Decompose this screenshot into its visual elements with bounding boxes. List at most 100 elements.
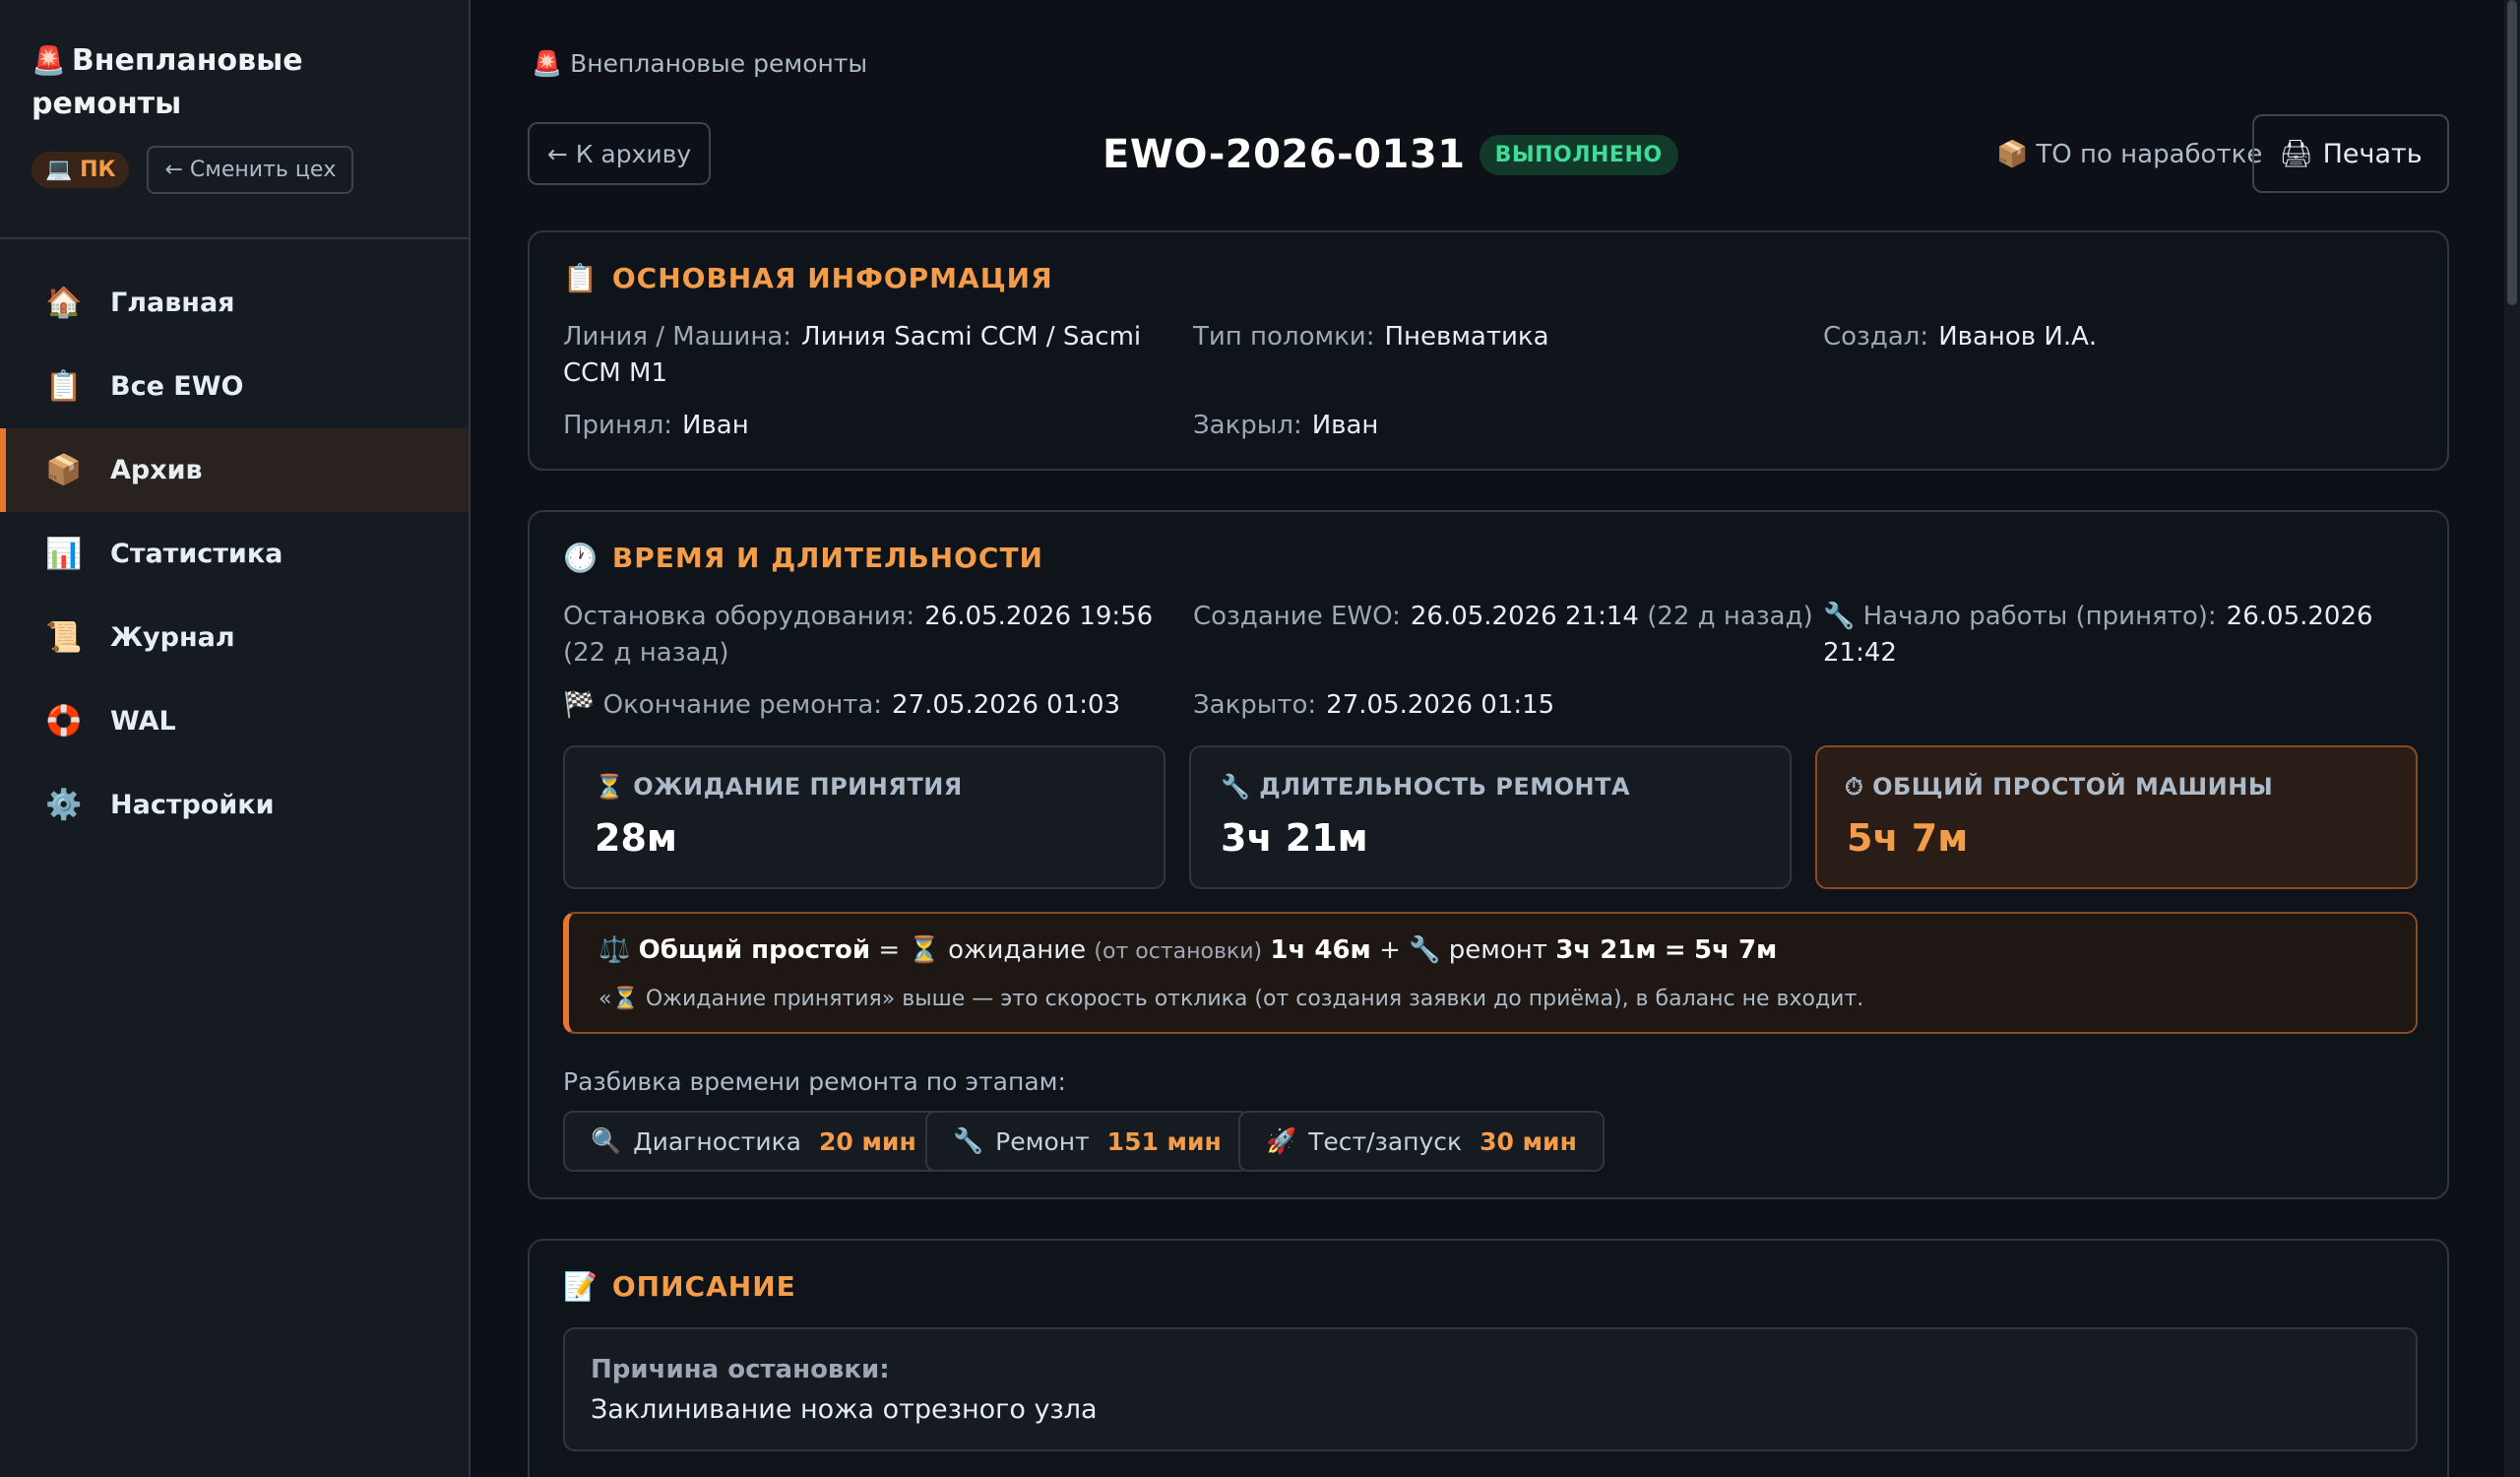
bar-chart-icon: 📊 <box>45 537 83 571</box>
stat-value: 5ч 7м <box>1847 816 1969 860</box>
basic-info-card: 📋 ОСНОВНАЯ ИНФОРМАЦИЯ Линия / Машина: Лини… <box>528 230 2449 471</box>
stopwatch-icon: ⏱ <box>1845 773 1864 801</box>
status-badge: ВЫПОЛНЕНО <box>1479 134 1678 175</box>
card-title-label: ОПИСАНИЕ <box>611 1270 796 1303</box>
stat-repair-duration: 🔧 ДЛИТЕЛЬНОСТЬ РЕМОНТА 3ч 21м <box>1189 745 1792 889</box>
stat-label: ⏳ ОЖИДАНИЕ ПРИНЯТИЯ <box>595 773 963 801</box>
balance-equals-2: = <box>1664 935 1686 965</box>
back-to-archive-button[interactable]: ← К архиву <box>528 122 711 185</box>
stat-value: 28м <box>595 816 677 860</box>
maintenance-by-runtime-link[interactable]: 📦 ТО по наработке <box>1996 140 2262 169</box>
page-scrollbar[interactable] <box>2504 0 2520 1477</box>
scrollbar-thumb[interactable] <box>2507 0 2517 305</box>
stop-reason-value: Заклинивание ножа отрезного узла <box>591 1394 1098 1425</box>
package-icon: 📦 <box>45 453 83 487</box>
field-value: Иванов И.А. <box>1938 322 2098 352</box>
maintenance-link-label: ТО по наработке <box>2036 140 2263 169</box>
sidebar-item-label: Архив <box>110 455 203 485</box>
wrench-icon: 🔧 <box>953 1126 984 1155</box>
work-start-field: 🔧 Начало работы (принято): 26.05.2026 21:… <box>1823 599 2414 672</box>
breadcrumb: 🚨 Внеплановые ремонты <box>532 49 867 79</box>
field-value-cont: 21:42 <box>1823 638 1897 668</box>
gear-icon: ⚙️ <box>45 788 83 822</box>
stop-reason-box: Причина остановки: Заклинивание ножа отр… <box>563 1327 2418 1451</box>
sidebar-item-label: Главная <box>110 288 235 318</box>
field-ago: (22 д назад) <box>563 638 729 668</box>
package-icon: 📦 <box>1996 140 2029 169</box>
balance-wait-value: 1ч 46м <box>1270 935 1371 965</box>
hourglass-icon: ⏳ <box>908 935 940 965</box>
home-icon: 🏠 <box>45 286 83 320</box>
printer-icon: 🖨 <box>2279 139 2313 169</box>
workshop-chip: 💻 ПК <box>32 152 130 188</box>
app-title-line2: ремонты <box>32 87 182 121</box>
balance-formula: ⚖️ Общий простой = ⏳ ожидание (от остано… <box>598 935 1777 965</box>
stage-label: Ремонт <box>995 1126 1090 1156</box>
balance-plus: + <box>1379 935 1401 965</box>
sidebar-nav: 🏠 Главная 📋 Все EWO 📦 Архив 📊 Статистика… <box>0 239 469 847</box>
stage-repair: 🔧 Ремонт 151 мин <box>925 1111 1249 1172</box>
lifebuoy-icon: 🛟 <box>45 704 83 738</box>
sidebar-header: 🚨 Внеплановые ремонты 💻 ПК ← Сменить цех <box>0 0 469 239</box>
page-title: EWO-2026-0131 ВЫПОЛНЕНО <box>1102 132 1678 177</box>
ewo-id: EWO-2026-0131 <box>1102 132 1466 177</box>
failure-type-field: Тип поломки: Пневматика <box>1193 319 1549 355</box>
switch-workshop-button[interactable]: ← Сменить цех <box>147 146 354 194</box>
scales-icon: ⚖️ <box>598 935 631 965</box>
app-title-line1: Внеплановые <box>71 43 303 78</box>
sidebar-item-archive[interactable]: 📦 Архив <box>0 428 469 512</box>
sidebar-item-statistics[interactable]: 📊 Статистика <box>0 512 469 596</box>
sidebar-item-wal[interactable]: 🛟 WAL <box>0 679 469 763</box>
balance-total-label: Общий простой <box>638 935 871 965</box>
stat-value: 3ч 21м <box>1221 816 1368 860</box>
created-by-field: Создал: Иванов И.А. <box>1823 319 2097 355</box>
wrench-icon: 🔧 <box>1221 773 1251 801</box>
closed-at-field: Закрыто: 27.05.2026 01:15 <box>1193 687 1554 724</box>
sidebar: 🚨 Внеплановые ремонты 💻 ПК ← Сменить цех … <box>0 0 471 1477</box>
app-title: 🚨 Внеплановые ремонты <box>32 39 437 126</box>
closed-by-field: Закрыл: Иван <box>1193 408 1378 444</box>
stat-label: ⏱ ОБЩИЙ ПРОСТОЙ МАШИНЫ <box>1845 773 2273 801</box>
siren-icon: 🚨 <box>532 49 563 78</box>
field-value: Пневматика <box>1384 322 1549 352</box>
stages-label: Разбивка времени ремонта по этапам: <box>563 1067 1066 1096</box>
description-card: 📝 ОПИСАНИЕ Причина остановки: Заклинивани… <box>528 1239 2449 1477</box>
field-value: Иван <box>681 411 749 440</box>
field-label: Начало работы (принято): <box>1862 602 2217 631</box>
print-button[interactable]: 🖨 Печать <box>2252 114 2449 193</box>
ewo-created-field: Создание EWO: 26.05.2026 21:14 (22 д наза… <box>1193 599 1813 635</box>
field-label: Тип поломки: <box>1193 322 1375 352</box>
stage-diagnostics: 🔍 Диагностика 20 мин <box>563 1111 944 1172</box>
sidebar-item-settings[interactable]: ⚙️ Настройки <box>0 763 469 847</box>
clock-icon: 🕐 <box>563 542 598 574</box>
stage-value: 20 мин <box>819 1126 916 1156</box>
magnifier-icon: 🔍 <box>591 1126 622 1155</box>
sidebar-item-journal[interactable]: 📜 Журнал <box>0 596 469 679</box>
stage-value: 30 мин <box>1480 1126 1577 1156</box>
sidebar-item-label: WAL <box>110 706 176 737</box>
checkered-flag-icon: 🏁 <box>563 690 596 720</box>
description-title: 📝 ОПИСАНИЕ <box>563 1270 796 1303</box>
stat-wait-acceptance: ⏳ ОЖИДАНИЕ ПРИНЯТИЯ 28м <box>563 745 1166 889</box>
stat-label-text: ДЛИТЕЛЬНОСТЬ РЕМОНТА <box>1259 773 1631 801</box>
wrench-icon: 🔧 <box>1823 602 1856 631</box>
card-title-label: ОСНОВНАЯ ИНФОРМАЦИЯ <box>611 262 1053 294</box>
repair-end-field: 🏁 Окончание ремонта: 27.05.2026 01:03 <box>563 687 1120 724</box>
field-label: Линия / Машина: <box>563 322 792 352</box>
hourglass-icon: ⏳ <box>595 773 625 801</box>
stat-label: 🔧 ДЛИТЕЛЬНОСТЬ РЕМОНТА <box>1221 773 1630 801</box>
sidebar-item-home[interactable]: 🏠 Главная <box>0 261 469 345</box>
stage-test-launch: 🚀 Тест/запуск 30 мин <box>1238 1111 1605 1172</box>
stop-reason-label: Причина остановки: <box>591 1355 890 1384</box>
laptop-icon: 💻 <box>45 158 73 182</box>
stage-label: Диагностика <box>633 1126 801 1156</box>
field-value: Линия Sacmi CCM / Sacmi <box>801 322 1142 352</box>
field-ago: (22 д назад) <box>1647 602 1813 631</box>
field-label: Закрыл: <box>1193 411 1302 440</box>
memo-icon: 📝 <box>563 1270 598 1303</box>
sidebar-item-all-ewo[interactable]: 📋 Все EWO <box>0 345 469 428</box>
timing-card: 🕐 ВРЕМЯ И ДЛИТЕЛЬНОСТИ Остановка оборудов… <box>528 510 2449 1199</box>
accepted-by-field: Принял: Иван <box>563 408 749 444</box>
balance-repair-value: 3ч 21м <box>1555 935 1657 965</box>
field-value: 27.05.2026 01:15 <box>1326 690 1555 720</box>
